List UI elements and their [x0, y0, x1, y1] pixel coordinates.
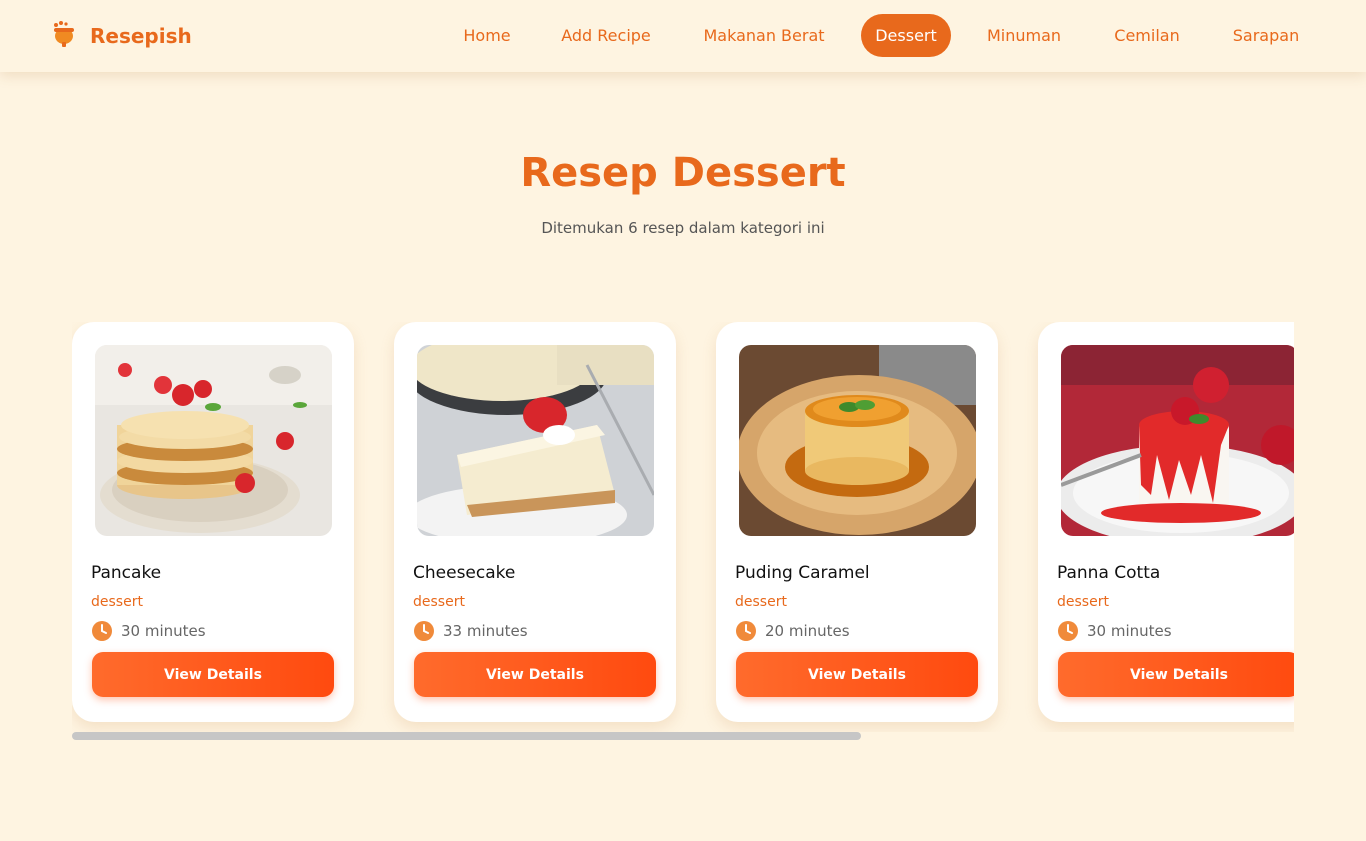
page-title: Resep Dessert — [520, 150, 846, 196]
recipe-title: Panna Cotta — [1057, 563, 1161, 583]
clock-icon — [413, 620, 435, 642]
caramel-pudding-photo — [739, 345, 976, 536]
clock-icon — [1057, 620, 1079, 642]
recipe-category: dessert — [735, 594, 787, 610]
recipe-time-label: 20 minutes — [765, 622, 850, 640]
cheesecake-photo — [417, 345, 654, 536]
clock-icon — [91, 620, 113, 642]
recipe-title: Cheesecake — [413, 563, 516, 583]
view-details-button[interactable]: View Details — [736, 652, 978, 697]
nav-link-dessert[interactable]: Dessert — [861, 14, 951, 57]
recipe-title: Puding Caramel — [735, 563, 870, 583]
page-subtitle: Ditemukan 6 resep dalam kategori ini — [541, 219, 825, 237]
recipe-category: dessert — [413, 594, 465, 610]
recipe-time: 20 minutes — [735, 620, 850, 642]
recipe-card: Puding Caramel dessert 20 minutes View D… — [716, 322, 998, 722]
clock-icon — [735, 620, 757, 642]
recipe-time: 33 minutes — [413, 620, 528, 642]
recipe-title: Pancake — [91, 563, 162, 583]
pancake-photo — [95, 345, 332, 536]
recipe-carousel[interactable]: Pancake dessert 30 minutes View Details — [72, 322, 1294, 732]
recipe-time-label: 30 minutes — [1087, 622, 1172, 640]
view-details-button[interactable]: View Details — [92, 652, 334, 697]
recipe-category: dessert — [91, 594, 143, 610]
recipe-card: Cheesecake dessert 33 minutes View Detai… — [394, 322, 676, 722]
carousel-scrollbar[interactable] — [72, 732, 861, 740]
recipe-card: Panna Cotta dessert 30 minutes View Deta… — [1038, 322, 1294, 722]
recipe-time: 30 minutes — [1057, 620, 1172, 642]
view-details-button[interactable]: View Details — [414, 652, 656, 697]
nav-link-add-recipe[interactable]: Add Recipe — [548, 14, 664, 57]
nav-link-home[interactable]: Home — [452, 14, 522, 57]
nav-menu: Home Add Recipe Makanan Berat Dessert Mi… — [0, 0, 1366, 72]
recipe-category: dessert — [1057, 594, 1109, 610]
nav-link-cemilan[interactable]: Cemilan — [1101, 14, 1193, 57]
nav-link-makanan-berat[interactable]: Makanan Berat — [690, 14, 838, 57]
panna-cotta-photo — [1061, 345, 1294, 536]
view-details-button[interactable]: View Details — [1058, 652, 1294, 697]
recipe-time-label: 30 minutes — [121, 622, 206, 640]
nav-link-sarapan[interactable]: Sarapan — [1220, 14, 1312, 57]
recipe-card: Pancake dessert 30 minutes View Details — [72, 322, 354, 722]
recipe-time: 30 minutes — [91, 620, 206, 642]
navbar: Resepish Home Add Recipe Makanan Berat D… — [0, 0, 1366, 72]
recipe-time-label: 33 minutes — [443, 622, 528, 640]
nav-link-minuman[interactable]: Minuman — [974, 14, 1074, 57]
